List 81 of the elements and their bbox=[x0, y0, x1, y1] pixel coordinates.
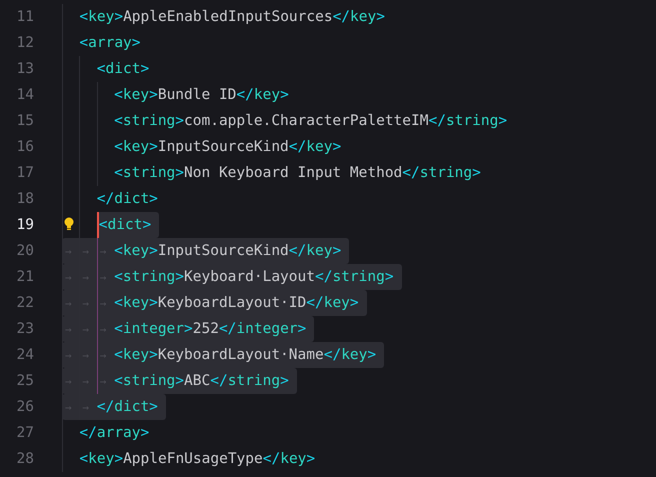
xml-tag: </array> bbox=[79, 420, 150, 446]
tab-marker: → bbox=[81, 296, 90, 312]
xml-tag: <integer> bbox=[114, 316, 193, 342]
tab-marker: → bbox=[98, 270, 108, 286]
line-number: 11 bbox=[16, 8, 35, 27]
xml-tag: </key> bbox=[288, 238, 342, 264]
xml-tag: </dict> bbox=[96, 186, 158, 212]
xml-tag: <string> bbox=[114, 264, 184, 290]
xml-tag: <dict> bbox=[98, 212, 152, 238]
tab-marker: → bbox=[98, 374, 108, 390]
xml-tag: <key> bbox=[114, 238, 158, 264]
line-number: 20 bbox=[16, 242, 35, 261]
xml-tag: </key> bbox=[236, 82, 289, 108]
line-number: 12 bbox=[16, 34, 35, 53]
xml-tag: <string> bbox=[114, 108, 184, 134]
line-number: 28 bbox=[16, 450, 35, 469]
tab-marker: → bbox=[98, 244, 108, 260]
tab-marker: → bbox=[98, 322, 108, 338]
tab-marker: → bbox=[64, 244, 73, 260]
text-value: InputSourceKind bbox=[158, 242, 289, 261]
line-number: 17 bbox=[16, 164, 35, 183]
xml-tag: <string> bbox=[114, 368, 184, 394]
tab-marker: → bbox=[64, 374, 73, 390]
line-number: 22 bbox=[16, 294, 35, 313]
xml-tag: </key> bbox=[332, 4, 385, 30]
xml-tag: <key> bbox=[114, 342, 158, 368]
text-value: Bundle ID bbox=[158, 86, 236, 105]
xml-tag: <dict> bbox=[96, 56, 150, 82]
xml-tag: </key> bbox=[288, 134, 342, 160]
xml-tag: </key> bbox=[262, 446, 316, 472]
line-number: 19 bbox=[16, 216, 35, 235]
text-value: Non Keyboard Input Method bbox=[184, 164, 402, 183]
text-value: AppleEnabledInputSources bbox=[123, 8, 333, 27]
text-value: Keyboard·Layout bbox=[184, 268, 315, 287]
tab-marker: → bbox=[81, 270, 90, 286]
text-value: ABC bbox=[184, 372, 210, 391]
xml-tag: </key> bbox=[306, 290, 359, 316]
xml-tag: </dict> bbox=[96, 394, 158, 420]
xml-tag: <string> bbox=[114, 160, 184, 186]
text-value: AppleFnUsageType bbox=[123, 450, 263, 469]
lightbulb-icon[interactable] bbox=[64, 217, 74, 233]
tab-marker: → bbox=[81, 374, 90, 390]
xml-tag: </key> bbox=[324, 342, 376, 368]
tab-marker: → bbox=[64, 322, 73, 338]
line-number: 25 bbox=[16, 372, 35, 391]
xml-tag: <key> bbox=[79, 446, 124, 472]
line-number: 27 bbox=[16, 424, 35, 443]
tab-marker: → bbox=[81, 244, 90, 260]
line-number: 15 bbox=[16, 112, 35, 131]
tab-marker: → bbox=[64, 348, 73, 364]
line-number: 26 bbox=[16, 398, 35, 417]
tab-marker: → bbox=[98, 296, 108, 312]
xml-tag: </string> bbox=[314, 264, 394, 290]
xml-tag: </string> bbox=[428, 108, 508, 134]
text-value: InputSourceKind bbox=[158, 138, 289, 157]
xml-tag: <key> bbox=[114, 134, 158, 160]
line-number: 21 bbox=[16, 268, 35, 287]
line-number: 24 bbox=[16, 346, 35, 365]
line-number: 13 bbox=[16, 60, 35, 79]
line-number: 16 bbox=[16, 138, 35, 157]
text-value: com.apple.CharacterPaletteIM bbox=[184, 112, 428, 131]
xml-tag: <key> bbox=[114, 290, 158, 316]
tab-marker: → bbox=[64, 296, 73, 312]
xml-tag: </string> bbox=[402, 160, 481, 186]
tab-marker: → bbox=[98, 348, 108, 364]
xml-tag: </string> bbox=[210, 368, 289, 394]
text-value: 252 bbox=[192, 320, 219, 339]
xml-tag: <array> bbox=[79, 30, 141, 56]
xml-tag: <key> bbox=[79, 4, 124, 30]
tab-marker: → bbox=[81, 322, 90, 338]
tab-marker: → bbox=[64, 270, 73, 286]
tab-marker: → bbox=[81, 348, 90, 364]
xml-tag: </integer> bbox=[218, 316, 306, 342]
tab-marker: → bbox=[81, 400, 90, 416]
line-number: 14 bbox=[16, 86, 35, 105]
line-number: 23 bbox=[16, 320, 35, 339]
tab-marker: → bbox=[64, 400, 73, 416]
text-value: KeyboardLayout·ID bbox=[158, 294, 306, 313]
line-number: 18 bbox=[16, 190, 35, 209]
text-value: KeyboardLayout·Name bbox=[158, 346, 324, 365]
xml-tag: <key> bbox=[114, 82, 158, 108]
